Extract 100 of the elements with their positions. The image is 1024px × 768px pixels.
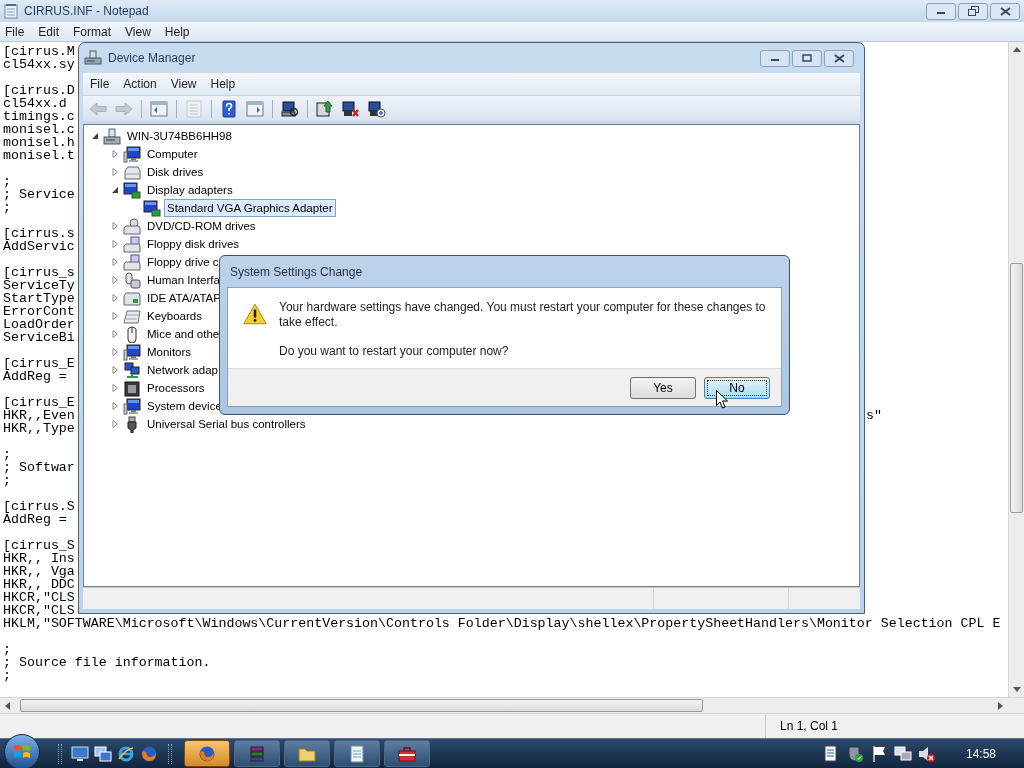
expand-arrow-icon[interactable] (111, 257, 120, 267)
vertical-scrollbar[interactable] (1008, 42, 1024, 697)
tree-item[interactable]: Floppy disk drives (144, 235, 243, 253)
help-icon[interactable] (220, 99, 238, 118)
expand-arrow-icon[interactable] (111, 419, 120, 429)
monitor-card-icon (143, 199, 161, 217)
code-line: HKR,, Vga (3, 563, 75, 579)
tree-item[interactable]: Monitors (144, 343, 195, 361)
floppy-drive-icon (123, 235, 141, 253)
code-line: ; (3, 173, 11, 189)
code-line: monisel.c (3, 121, 75, 137)
code-line: [cirrus.S (3, 498, 75, 514)
uninstall-icon[interactable] (342, 99, 360, 118)
expand-arrow-icon[interactable] (111, 329, 120, 339)
speaker-muted-icon[interactable] (917, 744, 936, 763)
expand-arrow-icon[interactable] (111, 221, 120, 231)
taskbar-button[interactable] (384, 740, 430, 767)
chip-icon (123, 379, 141, 397)
menu-item[interactable]: Help (210, 75, 236, 93)
windows-icon[interactable] (93, 744, 112, 763)
tree-item[interactable]: DVD/CD-ROM drives (144, 217, 259, 235)
code-line: HKCR,"CLS (3, 589, 75, 605)
minimize-button[interactable] (926, 2, 956, 20)
taskbar-button[interactable] (284, 740, 330, 767)
tree-item[interactable]: Mice and othe (144, 325, 223, 343)
code-line: HKR,,Even (3, 407, 75, 423)
minimize-button[interactable] (760, 49, 790, 67)
menu-item[interactable]: View (125, 22, 151, 41)
collapse-arrow-icon[interactable] (91, 131, 100, 141)
disable-icon[interactable] (368, 99, 386, 118)
menu-item[interactable]: Edit (38, 22, 60, 41)
windows-logo-icon (13, 742, 31, 761)
tree-item[interactable]: Computer (144, 145, 201, 163)
browser-e-icon[interactable] (116, 744, 135, 763)
monitor-icon (123, 343, 141, 361)
menu-item[interactable]: File (90, 75, 110, 93)
close-button[interactable] (990, 2, 1020, 20)
maximize-icon (802, 54, 812, 62)
code-line: [cirrus_s (3, 264, 75, 280)
menu-item[interactable]: File (5, 22, 25, 41)
restore-button[interactable] (958, 2, 988, 20)
code-line: LoadOrder (3, 316, 75, 332)
horizontal-scrollbar[interactable] (0, 697, 1024, 713)
expand-arrow-icon[interactable] (111, 293, 120, 303)
menu-item[interactable]: Action (123, 75, 157, 93)
books-icon (248, 744, 266, 763)
shield-icon[interactable] (845, 744, 864, 763)
code-line: ErrorCont (3, 303, 75, 319)
fox-globe-icon[interactable] (139, 744, 158, 763)
panel-icon[interactable] (246, 99, 264, 118)
menu-item[interactable]: Format (73, 22, 112, 41)
tree-item[interactable]: Processors (144, 379, 208, 397)
dialog-question: Do you want to restart your computer now? (279, 344, 510, 359)
taskbar-button[interactable] (334, 740, 380, 767)
toolbox-icon (398, 744, 416, 763)
menu-item[interactable]: Help (164, 22, 190, 41)
maximize-button[interactable] (792, 49, 822, 67)
document-icon[interactable] (821, 744, 840, 763)
tree-item[interactable]: Standard VGA Graphics Adapter (164, 199, 336, 217)
expand-arrow-icon[interactable] (111, 347, 120, 357)
close-button[interactable] (824, 49, 854, 67)
tree-item[interactable]: Display adapters (144, 181, 236, 199)
tree-item[interactable]: Network adap (144, 361, 221, 379)
scroll-up-arrow-icon[interactable] (1013, 47, 1021, 52)
clock[interactable]: 14:58 (965, 744, 996, 763)
desktop-icon[interactable] (70, 744, 89, 763)
scroll-right-arrow-icon[interactable] (998, 702, 1003, 710)
expand-arrow-icon[interactable] (111, 365, 120, 375)
expand-arrow-icon[interactable] (111, 275, 120, 285)
tree-item[interactable]: Floppy drive c (144, 253, 222, 271)
dialog-button[interactable]: No (704, 376, 770, 399)
monitor-icon (123, 397, 141, 415)
tree-item[interactable]: Universal Serial bus controllers (144, 415, 309, 433)
collapse-arrow-icon[interactable] (111, 185, 120, 195)
expand-arrow-icon[interactable] (111, 149, 120, 159)
drive-icon (123, 163, 141, 181)
tree-item[interactable]: Disk drives (144, 163, 207, 181)
device-icon (123, 271, 141, 289)
menu-item[interactable]: View (170, 75, 197, 93)
tree-item[interactable]: WIN-3U74BB6HH98 (124, 127, 235, 145)
expand-arrow-icon[interactable] (111, 383, 120, 393)
scroll-down-arrow-icon[interactable] (1013, 687, 1021, 692)
notepad-icon (348, 744, 366, 763)
expand-arrow-icon[interactable] (111, 167, 120, 177)
panel-icon[interactable] (150, 99, 168, 118)
update-icon[interactable] (316, 99, 334, 118)
code-line: [cirrus_S (3, 537, 75, 553)
scan-icon[interactable] (281, 99, 299, 118)
taskbar-button[interactable] (184, 740, 230, 767)
network-icon[interactable] (893, 744, 912, 763)
scroll-left-arrow-icon[interactable] (5, 702, 10, 710)
dialog-button[interactable]: Yes (630, 376, 696, 399)
dialog-message: Your hardware settings have changed. You must restart your computer for these changes to take effect. (279, 300, 767, 330)
tree-item[interactable]: Human Interfa (144, 271, 223, 289)
expand-arrow-icon[interactable] (111, 311, 120, 321)
expand-arrow-icon[interactable] (111, 401, 120, 411)
expand-arrow-icon[interactable] (111, 239, 120, 249)
tree-item[interactable]: Keyboards (144, 307, 205, 325)
code-line: cl54xx.d (3, 95, 67, 111)
code-line: ; (3, 641, 11, 657)
